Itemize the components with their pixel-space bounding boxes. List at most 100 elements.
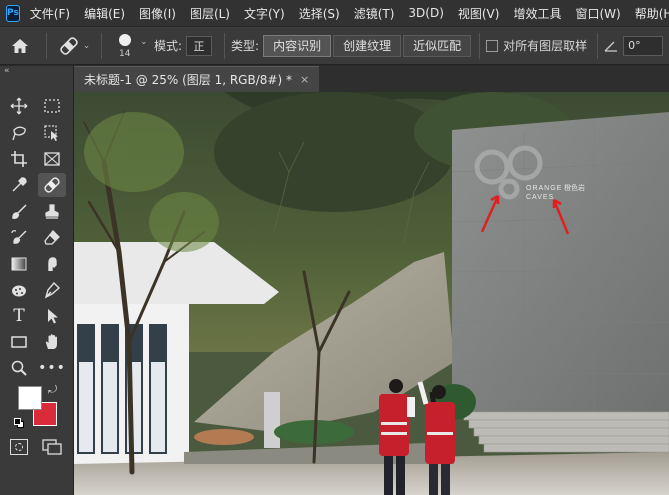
type-label: 类型: bbox=[231, 39, 260, 53]
bandage-icon bbox=[59, 36, 78, 55]
crop-icon bbox=[11, 151, 27, 167]
brush-size-value: 14 bbox=[119, 48, 131, 59]
sponge-icon bbox=[12, 285, 26, 297]
menu-bar: Ps 文件(F) 编辑(E) 图像(I) 图层(L) 文字(Y) 选择(S) 滤… bbox=[0, 0, 669, 27]
separator bbox=[101, 32, 102, 59]
ellipsis-icon: ••• bbox=[38, 360, 66, 376]
stamp-tool[interactable] bbox=[38, 200, 66, 224]
eraser-icon bbox=[44, 230, 60, 245]
lasso-icon bbox=[12, 126, 26, 141]
hand-icon bbox=[45, 334, 57, 349]
sample-all-layers-checkbox[interactable] bbox=[486, 39, 499, 52]
menu-image[interactable]: 图像(I) bbox=[139, 5, 176, 22]
photoshop-window: Ps 文件(F) 编辑(E) 图像(I) 图层(L) 文字(Y) 选择(S) 滤… bbox=[0, 0, 669, 495]
separator bbox=[597, 32, 599, 59]
zoom-tool[interactable] bbox=[5, 356, 33, 380]
brush-preview-icon bbox=[119, 33, 131, 46]
mode-select[interactable]: 正 bbox=[186, 35, 213, 56]
type-icon: T bbox=[13, 306, 25, 326]
move-icon bbox=[10, 97, 28, 115]
wall-text-cn: 橙色岩 bbox=[564, 183, 585, 192]
document-canvas[interactable]: ORANGE CAVES 橙色岩 bbox=[74, 92, 669, 495]
frame-icon bbox=[44, 152, 60, 166]
foreground-color-swatch[interactable] bbox=[18, 386, 42, 410]
quick-mask-icon bbox=[15, 443, 23, 451]
screen-mode-button[interactable] bbox=[42, 439, 62, 455]
mode-label: 模式: bbox=[154, 39, 183, 53]
bandage-icon bbox=[44, 177, 60, 193]
angle-input[interactable]: 0° bbox=[623, 35, 664, 56]
object-select-tool[interactable] bbox=[38, 121, 66, 145]
crop-tool[interactable] bbox=[5, 147, 33, 171]
wall-text-line1: ORANGE bbox=[526, 185, 562, 192]
eyedropper-icon bbox=[12, 177, 27, 192]
home-icon bbox=[12, 38, 28, 53]
separator bbox=[224, 32, 226, 59]
menu-view[interactable]: 视图(V) bbox=[458, 5, 500, 22]
sponge-tool[interactable] bbox=[5, 278, 33, 302]
quick-mask-button[interactable] bbox=[10, 439, 28, 455]
menu-help[interactable]: 帮助(H) bbox=[635, 5, 669, 22]
history-brush-icon bbox=[11, 230, 27, 244]
path-select-tool[interactable] bbox=[38, 304, 66, 328]
pen-icon bbox=[44, 281, 61, 299]
document-tab[interactable]: 未标题-1 @ 25% (图层 1, RGB/8#) * × bbox=[74, 66, 320, 92]
menu-select[interactable]: 选择(S) bbox=[299, 5, 340, 22]
spot-healing-tool[interactable] bbox=[38, 173, 66, 197]
screen-mode-icon bbox=[42, 439, 62, 455]
chevron-down-icon: ⌄ bbox=[140, 36, 148, 47]
options-bar: ⌄ 14 ⌄ 模式: 正 类型: 内容识别 创建纹理 近似匹配 对所有图层取样 … bbox=[0, 27, 669, 65]
rectangle-tool[interactable] bbox=[5, 330, 33, 354]
rectangle-icon bbox=[11, 336, 27, 348]
arrow-icon bbox=[48, 309, 58, 324]
menu-3d[interactable]: 3D(D) bbox=[408, 6, 443, 20]
separator bbox=[479, 32, 481, 59]
type-content-aware-button[interactable]: 内容识别 bbox=[263, 34, 332, 57]
wall-text-line2: CAVES bbox=[526, 194, 554, 201]
object-select-icon bbox=[44, 125, 58, 141]
close-icon[interactable]: × bbox=[300, 73, 309, 86]
brush-icon bbox=[12, 204, 27, 219]
chevron-down-icon: ⌄ bbox=[82, 40, 91, 51]
separator bbox=[46, 32, 47, 59]
type-create-texture-button[interactable]: 创建纹理 bbox=[333, 34, 402, 57]
lasso-tool[interactable] bbox=[5, 121, 33, 145]
gradient-tool[interactable] bbox=[5, 252, 33, 276]
frame-tool[interactable] bbox=[38, 147, 66, 171]
type-tool[interactable]: T bbox=[5, 304, 33, 328]
brush-tool[interactable] bbox=[5, 200, 33, 224]
zoom-icon bbox=[11, 360, 27, 376]
sample-all-layers-label: 对所有图层取样 bbox=[503, 39, 588, 53]
gradient-icon bbox=[11, 257, 27, 271]
menu-file[interactable]: 文件(F) bbox=[30, 5, 70, 22]
marquee-tool[interactable] bbox=[38, 94, 66, 118]
menu-filter[interactable]: 滤镜(T) bbox=[354, 5, 395, 22]
menu-window[interactable]: 窗口(W) bbox=[575, 5, 620, 22]
move-tool[interactable] bbox=[5, 94, 33, 118]
smudge-tool[interactable] bbox=[38, 252, 66, 276]
smudge-icon bbox=[48, 257, 57, 271]
type-proximity-match-button[interactable]: 近似匹配 bbox=[403, 34, 472, 57]
document-tab-title: 未标题-1 @ 25% (图层 1, RGB/8#) * bbox=[84, 73, 292, 87]
ps-logo-icon: Ps bbox=[6, 4, 20, 22]
menu-plugins[interactable]: 增效工具 bbox=[513, 5, 561, 22]
rect-marquee-icon bbox=[44, 99, 60, 113]
document-tabs: 未标题-1 @ 25% (图层 1, RGB/8#) * × bbox=[74, 66, 669, 92]
collapse-panel-icon[interactable]: « bbox=[4, 66, 10, 76]
swap-colors-icon[interactable]: ⤾ bbox=[48, 383, 57, 397]
more-tools[interactable]: ••• bbox=[38, 356, 66, 380]
tools-panel: « T ••• ⤾ bbox=[0, 66, 74, 495]
default-colors-icon[interactable] bbox=[14, 418, 24, 428]
tool-preset-picker[interactable]: ⌄ bbox=[53, 36, 95, 56]
history-brush-tool[interactable] bbox=[5, 226, 33, 250]
menu-layer[interactable]: 图层(L) bbox=[190, 5, 230, 22]
brush-size-picker[interactable]: 14 ⌄ bbox=[108, 29, 150, 63]
hand-tool[interactable] bbox=[38, 330, 66, 354]
menu-type[interactable]: 文字(Y) bbox=[244, 5, 285, 22]
eyedropper-tool[interactable] bbox=[5, 173, 33, 197]
eraser-tool[interactable] bbox=[38, 226, 66, 250]
pen-tool[interactable] bbox=[38, 278, 66, 302]
menu-edit[interactable]: 编辑(E) bbox=[84, 5, 125, 22]
angle-icon bbox=[604, 41, 618, 52]
home-button[interactable] bbox=[0, 38, 40, 54]
